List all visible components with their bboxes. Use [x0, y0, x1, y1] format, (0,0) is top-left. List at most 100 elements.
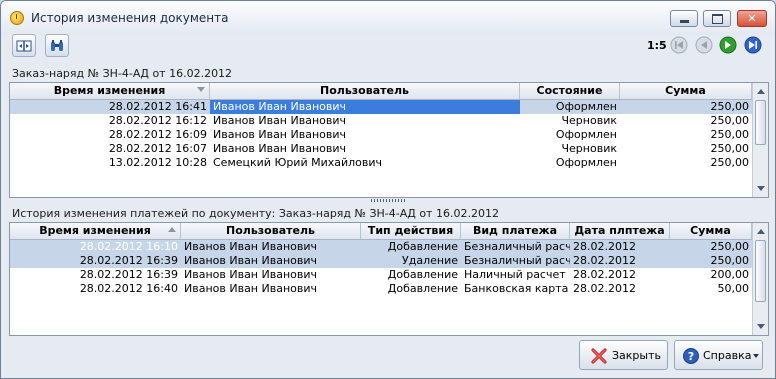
scroll-thumb[interactable] [755, 240, 766, 302]
cell-sum: 250,00 [710, 142, 750, 155]
cell-user: Иванов Иван Иванович [184, 254, 317, 267]
scroll-down-button[interactable] [755, 320, 766, 333]
cell-time: 28.02.2012 16:40 [79, 282, 178, 295]
cell-payment-type: Безналичный расчет [464, 254, 570, 267]
help-button-label: Справка [703, 349, 752, 362]
table-row[interactable]: 28.02.2012 16:41 Иванов Иван Иванович Оф… [10, 100, 752, 114]
arrow-up-icon [756, 89, 765, 94]
help-icon: ? [683, 348, 699, 364]
cell-payment-date: 28.02.2012 [573, 282, 636, 295]
close-button-label: Закрыть [612, 349, 661, 362]
arrow-down-icon [756, 186, 765, 191]
scroll-up-button[interactable] [755, 225, 766, 238]
table-row[interactable]: 28.02.2012 16:10 Иванов Иван Иванович До… [10, 240, 752, 254]
maximize-icon [704, 11, 730, 26]
cell-sum: 250,00 [710, 156, 750, 169]
col-header-sum[interactable]: Сумма [670, 223, 752, 239]
close-icon [738, 11, 766, 26]
cell-state: Черновик [561, 142, 618, 155]
cell-payment-type: Банковская карта [464, 282, 569, 295]
table-row[interactable]: 28.02.2012 16:07 Иванов Иван Иванович Че… [10, 142, 752, 156]
help-button[interactable]: ? Справка [674, 340, 763, 370]
close-x-icon [591, 348, 607, 364]
cell-time: 28.02.2012 16:09 [108, 128, 207, 141]
cell-sum: 250,00 [710, 100, 750, 113]
binoculars-icon [51, 40, 63, 51]
col-header-state[interactable]: Состояние [520, 83, 620, 99]
cell-payment-date: 28.02.2012 [573, 254, 636, 267]
payments-history-grid[interactable]: Время изменения Пользователь Тип действи… [9, 222, 769, 336]
col-header-time[interactable]: Время изменения [10, 223, 181, 239]
cell-user: Иванов Иван Иванович [210, 100, 520, 114]
vertical-scrollbar[interactable] [752, 223, 768, 335]
table-row[interactable]: 28.02.2012 16:12 Иванов Иван Иванович Че… [10, 114, 752, 128]
cell-payment-date: 28.02.2012 [573, 268, 636, 281]
table-row[interactable]: 28.02.2012 16:40 Иванов Иван Иванович До… [10, 282, 752, 296]
cell-sum: 250,00 [710, 114, 750, 127]
table-row[interactable]: 13.02.2012 10:28 Семецкий Юрий Михайлови… [10, 156, 752, 170]
cell-sum: 250,00 [710, 254, 750, 267]
svg-text:?: ? [688, 350, 694, 363]
minimize-icon [671, 11, 697, 26]
window-title: История изменения документа [31, 11, 229, 25]
scroll-thumb[interactable] [755, 100, 766, 145]
cell-time: 13.02.2012 10:28 [108, 156, 207, 169]
col-header-action[interactable]: Тип действия [361, 223, 461, 239]
scroll-down-button[interactable] [755, 182, 766, 195]
col-header-user[interactable]: Пользователь [210, 83, 520, 99]
close-button[interactable]: Закрыть [579, 340, 668, 370]
cell-user: Иванов Иван Иванович [184, 282, 317, 295]
cell-time: 28.02.2012 16:10 [79, 240, 178, 253]
history-window: История изменения документа 1:5 [0, 0, 776, 379]
document-caption: Заказ-наряд № ЗН-4-АД от 16.02.2012 [12, 67, 233, 80]
sort-desc-icon [197, 87, 205, 92]
find-button[interactable] [45, 34, 69, 57]
cell-user: Семецкий Юрий Михайлович [213, 156, 383, 169]
cell-user: Иванов Иван Иванович [213, 114, 346, 127]
cell-state: Оформлен [555, 156, 617, 169]
cell-time: 28.02.2012 16:07 [108, 142, 207, 155]
cell-time: 28.02.2012 16:39 [79, 254, 178, 267]
payments-caption: История изменения платежей по документу:… [12, 207, 499, 220]
prev-record-button[interactable] [695, 36, 713, 54]
first-record-icon [670, 36, 688, 54]
cell-user: Иванов Иван Иванович [184, 240, 317, 253]
table-row[interactable]: 28.02.2012 16:39 Иванов Иван Иванович Уд… [10, 254, 752, 268]
clock-icon [10, 11, 24, 25]
last-record-button[interactable] [744, 36, 762, 54]
cell-user: Иванов Иван Иванович [213, 128, 346, 141]
document-history-grid[interactable]: Время изменения Пользователь Состояние С… [9, 82, 769, 198]
cell-sum: 250,00 [710, 128, 750, 141]
vertical-scrollbar[interactable] [752, 83, 768, 197]
table-row[interactable]: 28.02.2012 16:09 Иванов Иван Иванович Оф… [10, 128, 752, 142]
cell-sum: 250,00 [710, 240, 750, 253]
cell-state: Черновик [561, 114, 618, 127]
cell-user: Иванов Иван Иванович [213, 142, 346, 155]
cell-state: Оформлен [555, 128, 617, 141]
col-header-time[interactable]: Время изменения [10, 83, 210, 99]
col-header-user[interactable]: Пользователь [181, 223, 361, 239]
next-record-button[interactable] [719, 36, 737, 54]
split-view-icon [16, 40, 32, 52]
sort-asc-icon [168, 227, 176, 232]
cell-action: Добавление [387, 268, 458, 281]
cell-action: Удаление [402, 254, 458, 267]
col-header-sum[interactable]: Сумма [620, 83, 752, 99]
split-view-button[interactable] [12, 34, 36, 57]
cell-payment-date: 28.02.2012 [573, 240, 636, 253]
record-ratio: 1:5 [647, 39, 667, 52]
col-header-payment-date[interactable]: Дата плптежа [570, 223, 670, 239]
table-row[interactable]: 28.02.2012 16:39 Иванов Иван Иванович До… [10, 268, 752, 282]
scroll-up-button[interactable] [755, 85, 766, 98]
chevron-down-icon [753, 354, 759, 358]
cell-action: Добавление [387, 282, 458, 295]
first-record-button[interactable] [670, 36, 688, 54]
splitter-handle[interactable] [371, 199, 407, 202]
minimize-button[interactable] [670, 10, 698, 27]
col-header-payment-type[interactable]: Вид платежа [461, 223, 570, 239]
title-bar[interactable]: История изменения документа [1, 1, 775, 35]
cell-sum: 200,00 [710, 268, 750, 281]
close-window-button[interactable] [737, 10, 767, 27]
maximize-button[interactable] [703, 10, 731, 27]
arrow-down-icon [756, 324, 765, 329]
